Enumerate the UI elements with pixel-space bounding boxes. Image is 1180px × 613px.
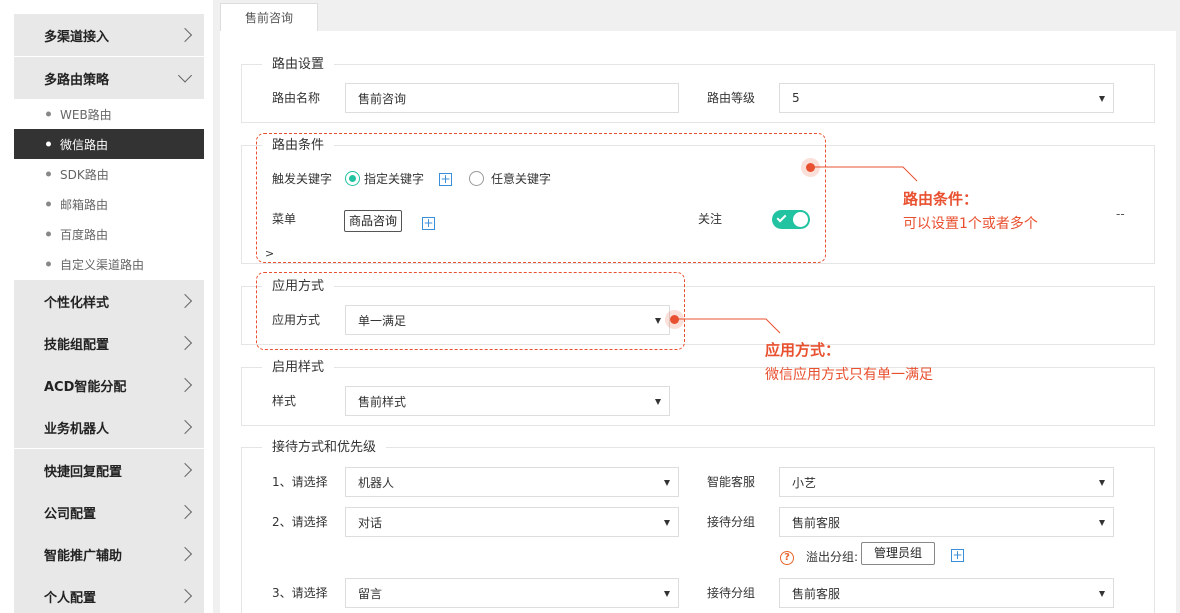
route-level-label: 路由等级 bbox=[707, 91, 756, 105]
add-overflow-icon[interactable]: + bbox=[951, 549, 964, 562]
annotation-apply-text: 微信应用方式只有单一满足 bbox=[765, 367, 933, 383]
sub-item-label: 百度路由 bbox=[60, 227, 109, 242]
reception-row-label: 1、请选择 bbox=[272, 475, 328, 489]
placeholder-dash: -- bbox=[1116, 207, 1125, 221]
menu-business-robot[interactable]: 业务机器人 bbox=[14, 406, 204, 448]
tab-presales[interactable]: 售前咨询 bbox=[220, 3, 318, 31]
reception-row-select[interactable]: 对话 bbox=[345, 507, 679, 537]
chevron-right-icon bbox=[177, 462, 193, 478]
menu-company-config[interactable]: 公司配置 bbox=[14, 491, 204, 533]
sub-item-web-route[interactable]: WEB路由 bbox=[14, 99, 204, 129]
overflow-tag[interactable]: 管理员组 bbox=[861, 542, 936, 565]
menu-multi-route[interactable]: 多路由策略 bbox=[14, 57, 204, 99]
menu-label: 智能推广辅助 bbox=[44, 548, 123, 564]
menu-label: ACD智能分配 bbox=[44, 379, 127, 395]
annotation-anchor bbox=[670, 315, 679, 324]
bullet-icon bbox=[46, 231, 51, 237]
section-title: 接待方式和优先级 bbox=[262, 439, 387, 457]
route-name-label: 路由名称 bbox=[272, 91, 321, 105]
bullet-icon bbox=[46, 111, 51, 117]
menu-multichannel[interactable]: 多渠道接入 bbox=[14, 14, 204, 56]
annotation-anchor bbox=[806, 163, 815, 172]
menu-skill-group[interactable]: 技能组配置 bbox=[14, 322, 204, 364]
menu-label: 多路由策略 bbox=[44, 72, 110, 88]
sub-item-baidu-route[interactable]: 百度路由 bbox=[14, 219, 204, 249]
reception-right-label: 智能客服 bbox=[707, 475, 756, 489]
menu-label: 技能组配置 bbox=[44, 337, 110, 353]
annotation-conditions-text: 可以设置1个或者多个 bbox=[903, 216, 1038, 232]
sub-item-email-route[interactable]: 邮箱路由 bbox=[14, 189, 204, 219]
section-title: 路由设置 bbox=[262, 56, 335, 74]
reception-row-select[interactable]: 留言 bbox=[345, 578, 679, 608]
reception-right-label: 接待分组 bbox=[707, 515, 756, 529]
chevron-right-icon bbox=[177, 504, 193, 520]
bullet-icon bbox=[46, 261, 51, 267]
menu-label: 多渠道接入 bbox=[44, 29, 110, 45]
chevron-right-icon bbox=[177, 419, 193, 435]
annotation-apply-title: 应用方式： bbox=[765, 341, 841, 359]
route-level-select[interactable]: 5 bbox=[779, 83, 1114, 113]
menu-label: 快捷回复配置 bbox=[44, 464, 123, 480]
overflow-label: 溢出分组: bbox=[806, 550, 859, 564]
sub-item-label: 微信路由 bbox=[60, 137, 109, 152]
tab-bar: 售前咨询 bbox=[220, 0, 1180, 31]
reception-row-select[interactable]: 机器人 bbox=[345, 467, 679, 497]
highlight-route-conditions bbox=[256, 133, 826, 263]
menu-acd[interactable]: ACD智能分配 bbox=[14, 364, 204, 406]
sub-item-label: SDK路由 bbox=[60, 167, 109, 182]
bullet-icon bbox=[46, 201, 51, 207]
sub-item-wechat-route[interactable]: 微信路由 bbox=[14, 129, 204, 159]
reception-row-label: 3、请选择 bbox=[272, 586, 328, 600]
chevron-right-icon bbox=[177, 293, 193, 309]
menu-personal-config[interactable]: 个人配置 bbox=[14, 575, 204, 613]
chevron-right-icon bbox=[177, 546, 193, 562]
annotation-conditions-title: 路由条件： bbox=[903, 190, 979, 208]
sub-item-sdk-route[interactable]: SDK路由 bbox=[14, 159, 204, 189]
menu-label: 业务机器人 bbox=[44, 421, 110, 437]
chevron-down-icon bbox=[177, 68, 193, 83]
help-icon[interactable]: ? bbox=[780, 551, 794, 565]
chevron-right-icon bbox=[177, 27, 193, 43]
route-name-input[interactable]: 售前咨询 bbox=[345, 83, 679, 113]
menu-label: 个人配置 bbox=[44, 590, 97, 606]
reception-right-select[interactable]: 小艺 bbox=[779, 467, 1114, 497]
style-label: 样式 bbox=[272, 394, 297, 408]
bullet-icon bbox=[46, 141, 51, 147]
reception-right-label: 接待分组 bbox=[707, 586, 756, 600]
menu-smart-promotion[interactable]: 智能推广辅助 bbox=[14, 533, 204, 575]
reception-right-select[interactable]: 售前客服 bbox=[779, 578, 1114, 608]
menu-quick-reply[interactable]: 快捷回复配置 bbox=[14, 449, 204, 491]
sub-item-custom-route[interactable]: 自定义渠道路由 bbox=[14, 249, 204, 279]
chevron-right-icon bbox=[177, 377, 193, 393]
sub-item-label: 自定义渠道路由 bbox=[60, 257, 145, 272]
sidebar: 多渠道接入 多路由策略 WEB路由 微信路由 SDK路由 邮箱路由 百度路由 自… bbox=[0, 0, 213, 613]
style-select[interactable]: 售前样式 bbox=[345, 386, 670, 416]
sub-item-label: 邮箱路由 bbox=[60, 197, 109, 212]
section-title: 启用样式 bbox=[262, 359, 335, 377]
menu-personalized-style[interactable]: 个性化样式 bbox=[14, 280, 204, 322]
bullet-icon bbox=[46, 171, 51, 177]
chevron-right-icon bbox=[177, 588, 193, 604]
chevron-right-icon bbox=[177, 335, 193, 351]
sub-item-label: WEB路由 bbox=[60, 107, 112, 122]
menu-label: 公司配置 bbox=[44, 506, 97, 522]
reception-row-label: 2、请选择 bbox=[272, 515, 328, 529]
menu-label: 个性化样式 bbox=[44, 295, 110, 311]
highlight-apply-mode bbox=[256, 272, 685, 350]
reception-right-select[interactable]: 售前客服 bbox=[779, 507, 1114, 537]
